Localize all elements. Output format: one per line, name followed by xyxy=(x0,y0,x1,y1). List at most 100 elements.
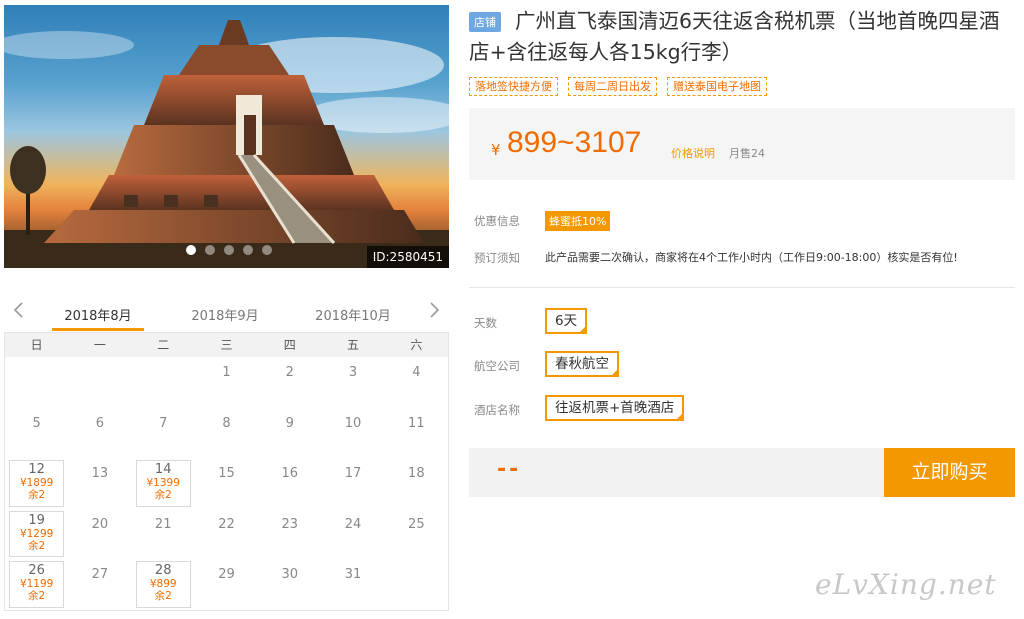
day-remaining: 余2 xyxy=(154,590,172,602)
notice-text: 此产品需要二次确认，商家将在4个工作小时内（工作日9:00-18:00）核实是否… xyxy=(545,251,958,264)
calendar-grid: 日一二三四五六 1 2 3 4 5 6 7 8 9 10 11 12 ¥1899 余2 13 14 ¥1399 余… xyxy=(4,333,449,611)
carousel-dots xyxy=(186,245,272,255)
prev-month-icon[interactable] xyxy=(9,299,29,321)
calendar-day[interactable]: 13 xyxy=(68,458,131,509)
day-number: 24 xyxy=(344,516,362,532)
calendar-day[interactable]: 10 xyxy=(321,408,384,459)
weekday-label: 一 xyxy=(93,338,106,352)
calendar-day[interactable]: 24 xyxy=(321,509,384,560)
calendar-day[interactable]: 21 xyxy=(132,509,195,560)
calendar-week: 26 ¥1199 余2 27 28 ¥899 余2 29 30 31 xyxy=(5,559,448,610)
weekday-label: 日 xyxy=(30,338,43,352)
tab-month-october[interactable]: 2018年10月 xyxy=(307,305,399,324)
feature-tags: 落地签快捷方便 每周二周日出发 赠送泰国电子地图 xyxy=(469,77,767,96)
calendar-day[interactable]: 5 xyxy=(5,408,68,459)
day-price: ¥899 xyxy=(149,578,177,590)
calendar-day[interactable]: 2 xyxy=(258,357,321,408)
day-price: ¥1899 xyxy=(19,477,54,489)
day-price: ¥1399 xyxy=(146,477,180,489)
calendar-day[interactable]: 8 xyxy=(195,408,258,459)
calendar-day[interactable]: 7 xyxy=(132,408,195,459)
tab-month-august[interactable]: 2018年8月 xyxy=(52,305,144,331)
tag-visa: 落地签快捷方便 xyxy=(469,77,558,96)
day-number: 8 xyxy=(222,415,231,431)
day-number: 16 xyxy=(281,466,299,481)
weekday-label: 六 xyxy=(410,338,423,352)
hotel-label: 酒店名称 xyxy=(474,403,520,417)
weekday-label: 五 xyxy=(347,338,360,352)
carousel-dot[interactable] xyxy=(243,245,253,255)
calendar-week: 5 6 7 8 9 10 11 xyxy=(5,408,448,459)
calendar-day[interactable]: 23 xyxy=(258,509,321,560)
weekday-label: 二 xyxy=(157,338,170,352)
calendar-day[interactable]: 15 xyxy=(195,458,258,509)
calendar-empty-cell xyxy=(385,559,448,610)
carousel-dot[interactable] xyxy=(186,245,196,255)
calendar-day[interactable]: 29 xyxy=(195,559,258,610)
calendar-day[interactable]: 6 xyxy=(68,408,131,459)
image-id-label: ID:2580451 xyxy=(366,246,449,268)
calendar-day[interactable]: 22 xyxy=(195,509,258,560)
calendar-day[interactable]: 25 xyxy=(385,509,448,560)
calendar-week: 19 ¥1299 余2 20 21 22 23 24 25 xyxy=(5,509,448,560)
calendar-day-available[interactable]: 28 ¥899 余2 xyxy=(132,559,195,610)
discount-badge: 蜂蜜抵10% xyxy=(545,211,611,231)
carousel-dot[interactable] xyxy=(205,245,215,255)
carousel-dot[interactable] xyxy=(262,245,272,255)
weekday-header: 日一二三四五六 xyxy=(5,333,448,357)
calendar-empty-cell xyxy=(132,357,195,408)
calendar-day[interactable]: 30 xyxy=(258,559,321,610)
day-number: 23 xyxy=(281,516,299,532)
temple-photo-illustration xyxy=(4,20,449,268)
price-explain-link[interactable]: 价格说明 xyxy=(671,145,715,161)
calendar-day[interactable]: 17 xyxy=(321,458,384,509)
day-number: 28 xyxy=(154,563,172,578)
notice-label: 预订须知 xyxy=(474,251,520,265)
calendar-day[interactable]: 18 xyxy=(385,458,448,509)
calendar-day[interactable]: 9 xyxy=(258,408,321,459)
price-panel: ¥ 899~3107 价格说明 月售24 xyxy=(469,108,1015,180)
monthly-sales: 月售24 xyxy=(729,147,765,160)
day-number: 12 xyxy=(28,462,45,477)
days-option[interactable]: 6天 xyxy=(545,308,588,334)
day-number: 13 xyxy=(91,466,109,481)
day-number: 21 xyxy=(154,516,172,532)
day-number: 2 xyxy=(285,365,294,380)
tab-month-september[interactable]: 2018年9月 xyxy=(179,305,271,324)
day-number: 6 xyxy=(95,415,105,431)
calendar-day-available[interactable]: 14 ¥1399 余2 xyxy=(132,458,195,509)
day-number: 22 xyxy=(218,516,235,532)
calendar-day[interactable]: 27 xyxy=(68,559,131,610)
day-number: 11 xyxy=(408,415,425,431)
airline-option[interactable]: 春秋航空 xyxy=(545,351,619,377)
calendar-day[interactable]: 16 xyxy=(258,458,321,509)
calendar-month-bar: 2018年8月 2018年9月 2018年10月 xyxy=(4,296,449,333)
buy-now-button[interactable]: 立即购买 xyxy=(884,448,1015,497)
hotel-option[interactable]: 往返机票+首晚酒店 xyxy=(545,395,685,421)
day-price: ¥1299 xyxy=(19,527,54,540)
calendar-day-available[interactable]: 26 ¥1199 余2 xyxy=(5,559,68,610)
day-number: 29 xyxy=(218,567,235,582)
quantity-display[interactable]: -- xyxy=(497,457,521,482)
calendar-day[interactable]: 1 xyxy=(195,357,258,408)
day-number: 25 xyxy=(408,516,425,532)
day-number: 3 xyxy=(348,365,358,380)
departure-calendar: 2018年8月 2018年9月 2018年10月 日一二三四五六 1234567… xyxy=(4,296,449,616)
calendar-week: 1 2 3 4 xyxy=(5,357,448,408)
carousel-dot[interactable] xyxy=(224,245,234,255)
next-month-icon[interactable] xyxy=(424,299,444,321)
calendar-day[interactable]: 20 xyxy=(68,509,131,560)
calendar-day-available[interactable]: 19 ¥1299 余2 xyxy=(5,509,68,560)
day-remaining: 余2 xyxy=(28,539,46,552)
calendar-day[interactable]: 11 xyxy=(385,408,448,459)
section-divider xyxy=(469,287,1015,288)
day-number: 26 xyxy=(28,563,45,578)
purchase-bar: -- xyxy=(469,448,884,497)
discount-label: 优惠信息 xyxy=(474,214,520,228)
calendar-day[interactable]: 3 xyxy=(321,357,384,408)
calendar-day[interactable]: 4 xyxy=(385,357,448,408)
product-photo[interactable]: ID:2580451 xyxy=(4,5,449,268)
day-remaining: 余2 xyxy=(154,489,172,501)
calendar-day[interactable]: 31 xyxy=(321,559,384,610)
calendar-day-available[interactable]: 12 ¥1899 余2 xyxy=(5,458,68,509)
